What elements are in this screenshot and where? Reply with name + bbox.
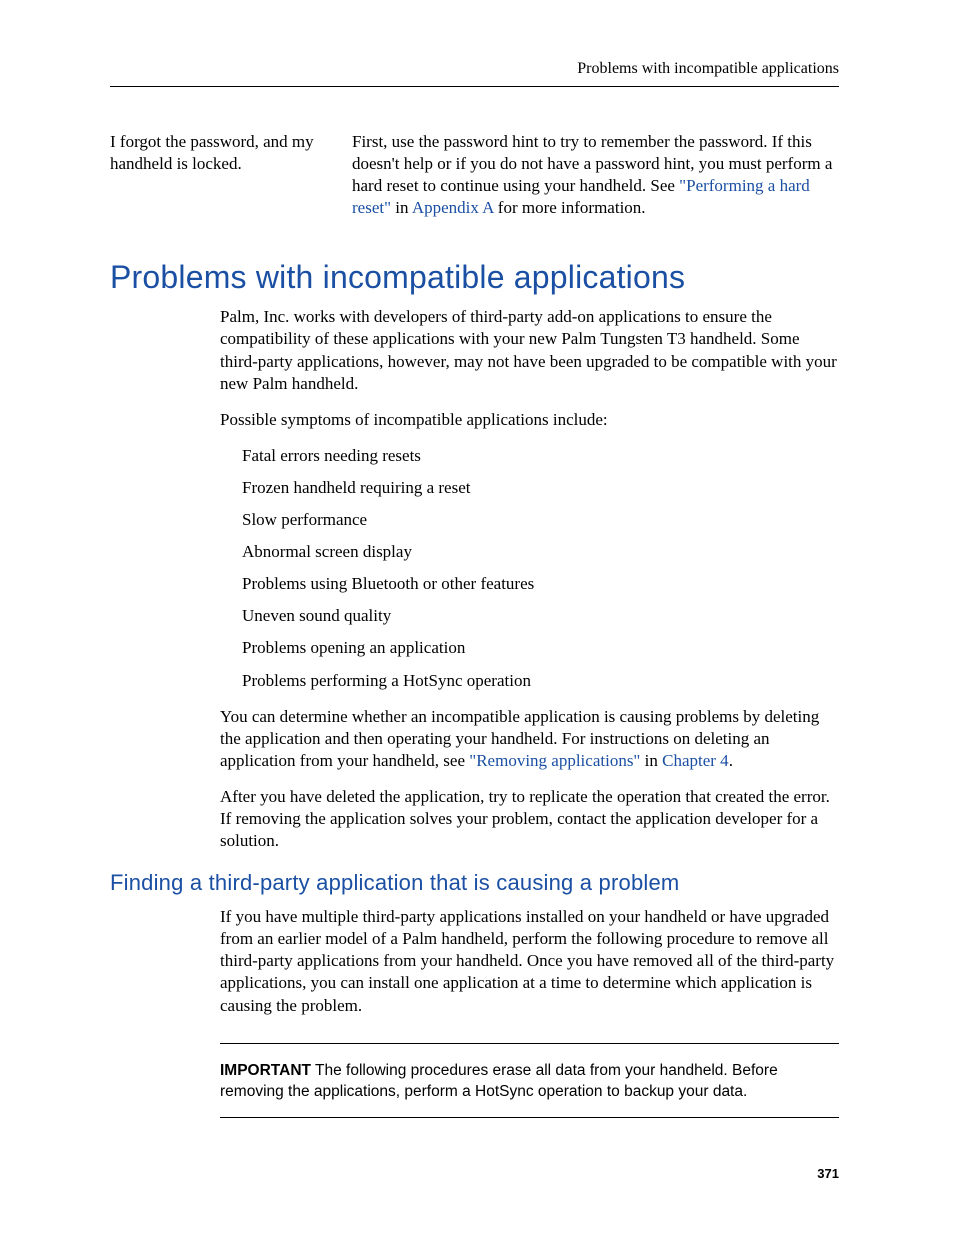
- paragraph-determine: You can determine whether an incompatibl…: [220, 706, 839, 772]
- list-item: Slow performance: [242, 509, 839, 531]
- paragraph-after-delete: After you have deleted the application, …: [220, 786, 839, 852]
- link-chapter-4[interactable]: Chapter 4: [662, 751, 729, 770]
- qa-answer-post: for more information.: [494, 198, 646, 217]
- paragraph-multiple-apps: If you have multiple third-party applica…: [220, 906, 839, 1016]
- body-block-2: If you have multiple third-party applica…: [220, 906, 839, 1118]
- list-item: Abnormal screen display: [242, 541, 839, 563]
- p3-mid: in: [640, 751, 662, 770]
- link-removing-applications[interactable]: "Removing applications": [469, 751, 640, 770]
- link-appendix-a[interactable]: Appendix A: [412, 198, 494, 217]
- important-label: IMPORTANT: [220, 1062, 311, 1079]
- page-number: 371: [817, 1166, 839, 1181]
- important-note: IMPORTANT The following procedures erase…: [220, 1043, 839, 1118]
- heading-finding-third-party: Finding a third-party application that i…: [110, 870, 839, 896]
- qa-answer: First, use the password hint to try to r…: [352, 131, 839, 219]
- list-item: Frozen handheld requiring a reset: [242, 477, 839, 499]
- qa-answer-mid: in: [391, 198, 412, 217]
- list-item: Problems opening an application: [242, 637, 839, 659]
- list-item: Uneven sound quality: [242, 605, 839, 627]
- symptom-list: Fatal errors needing resets Frozen handh…: [242, 445, 839, 692]
- page: Problems with incompatible applications …: [0, 0, 954, 1235]
- list-item: Problems using Bluetooth or other featur…: [242, 573, 839, 595]
- paragraph-intro: Palm, Inc. works with developers of thir…: [220, 306, 839, 394]
- list-item: Fatal errors needing resets: [242, 445, 839, 467]
- heading-problems-incompatible: Problems with incompatible applications: [110, 259, 839, 296]
- qa-row: I forgot the password, and my handheld i…: [110, 131, 839, 219]
- list-item: Problems performing a HotSync operation: [242, 670, 839, 692]
- body-block-1: Palm, Inc. works with developers of thir…: [220, 306, 839, 852]
- running-header: Problems with incompatible applications: [110, 60, 839, 87]
- qa-question: I forgot the password, and my handheld i…: [110, 131, 322, 219]
- p3-post: .: [729, 751, 733, 770]
- paragraph-symptoms-lead: Possible symptoms of incompatible applic…: [220, 409, 839, 431]
